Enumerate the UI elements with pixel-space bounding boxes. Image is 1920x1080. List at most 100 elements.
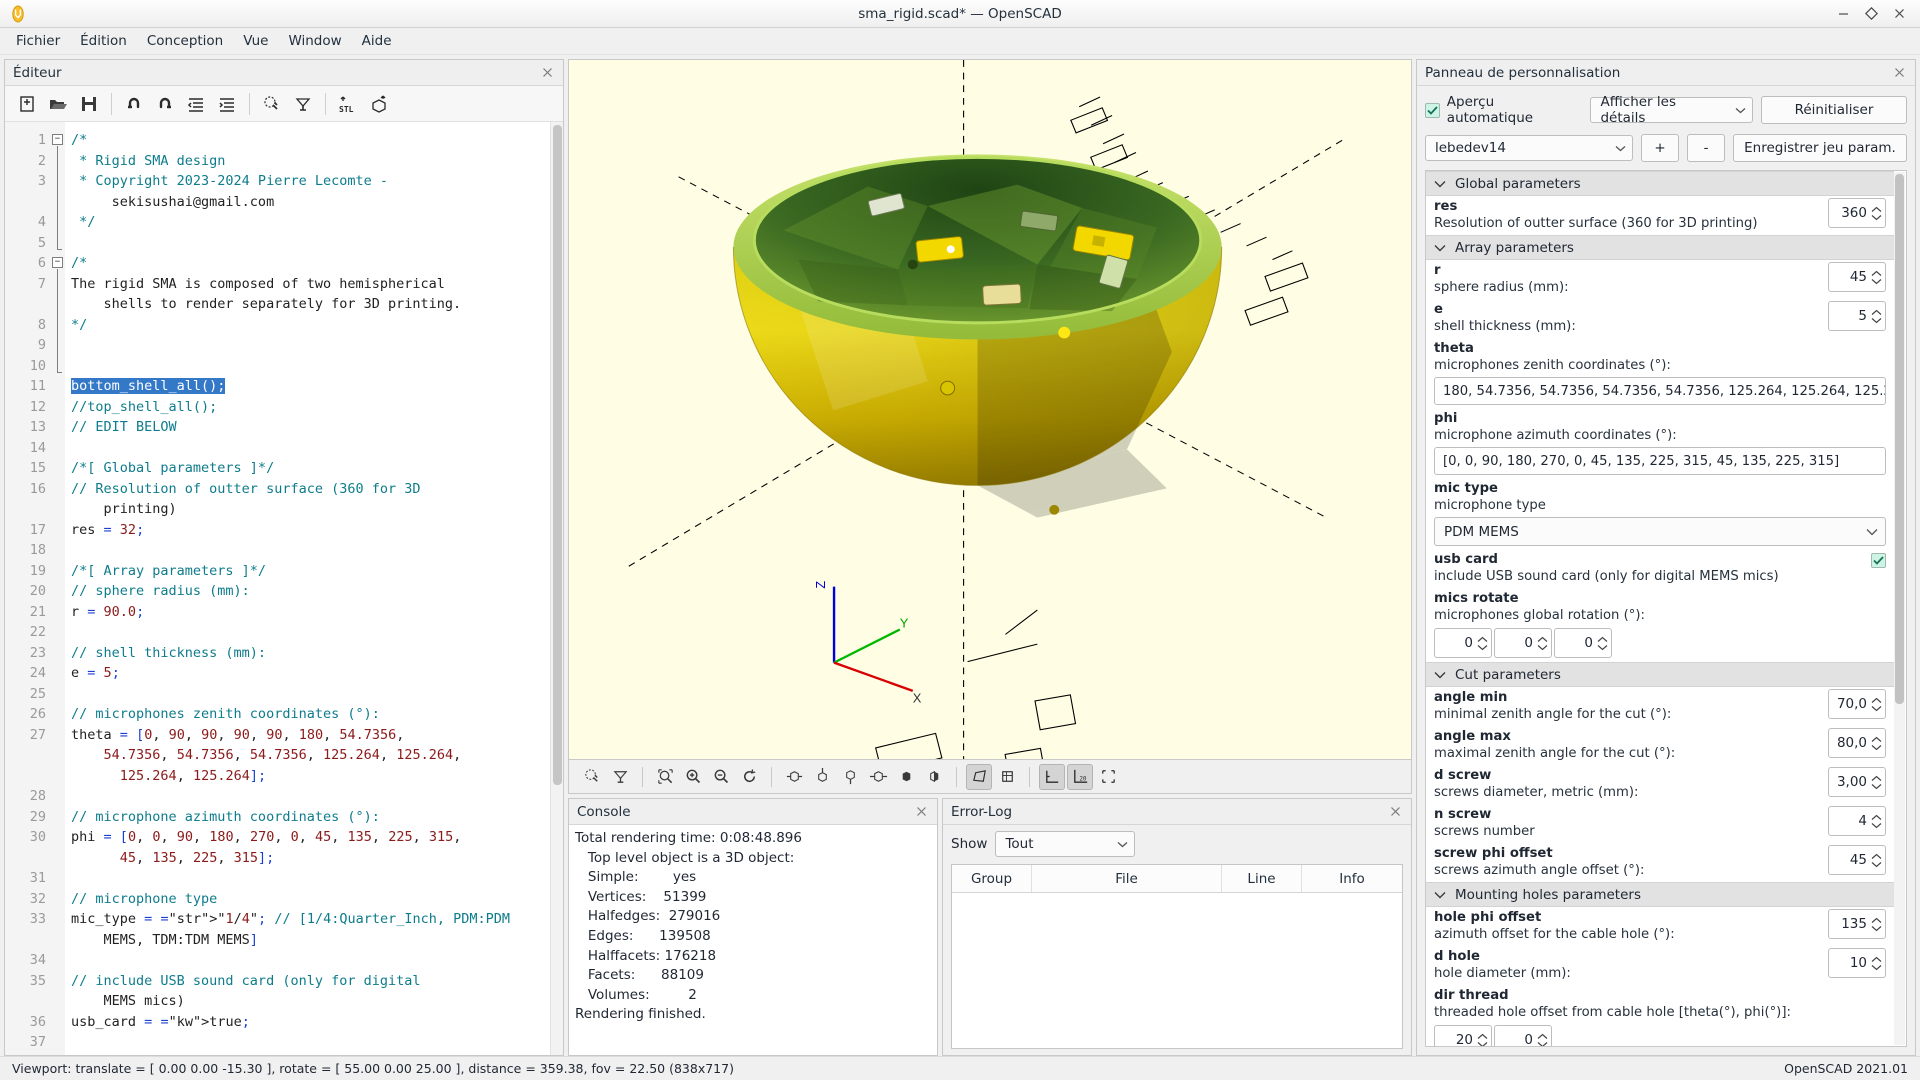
spinner-arrows[interactable] <box>1871 736 1882 751</box>
parameter-vector-spinbox[interactable]: 20 <box>1434 1025 1492 1046</box>
code-text[interactable]: /* * Rigid SMA design * Copyright 2023-2… <box>65 122 563 1055</box>
parameter-group-header[interactable]: Array parameters <box>1426 235 1894 260</box>
parameter-textfield[interactable]: [0, 0, 90, 180, 270, 0, 45, 135, 225, 31… <box>1434 447 1886 475</box>
parameter-group-header[interactable]: Global parameters <box>1426 171 1894 196</box>
reset-button[interactable]: Réinitialiser <box>1761 96 1907 124</box>
editor-scrollbar[interactable] <box>550 122 563 1055</box>
parameter-checkbox[interactable] <box>1871 553 1886 568</box>
auto-preview-checkbox[interactable]: Aperçu automatique <box>1425 94 1582 126</box>
menu-edition[interactable]: Édition <box>70 30 137 52</box>
preset-select[interactable]: lebedev14 <box>1425 135 1633 161</box>
spinner-arrows[interactable] <box>1871 956 1882 971</box>
unindent-icon[interactable] <box>182 90 210 118</box>
parameter-vector-spinbox[interactable]: 0 <box>1494 628 1552 658</box>
errorlog-col-group[interactable]: Group <box>952 865 1032 892</box>
indent-icon[interactable] <box>213 90 241 118</box>
spinner-arrows[interactable] <box>1871 270 1882 285</box>
parameter-spinbox[interactable]: 5 <box>1828 301 1886 331</box>
zoom-in-icon[interactable] <box>680 764 706 790</box>
spinner-arrows[interactable] <box>1871 697 1882 712</box>
new-file-icon[interactable] <box>13 90 41 118</box>
spinner-arrows[interactable] <box>1871 814 1882 829</box>
parameter-group-header[interactable]: Mounting holes parameters <box>1426 882 1894 907</box>
orthogonal-icon[interactable] <box>994 764 1020 790</box>
parameter-spinbox[interactable]: 45 <box>1828 262 1886 292</box>
parameter-spinbox[interactable]: 135 <box>1828 909 1886 939</box>
spinner-arrows[interactable] <box>1871 853 1882 868</box>
code-editor[interactable]: 123 4567 8 9 10 11 12 13 14 15 16 17 18 19 20 21 22 23… <box>5 122 563 1055</box>
preview-icon[interactable] <box>258 90 286 118</box>
undo-icon[interactable] <box>120 90 148 118</box>
errorlog-col-info[interactable]: Info <box>1302 865 1402 892</box>
editor-scrollbar-thumb[interactable] <box>553 125 562 785</box>
errorlog-close-icon[interactable] <box>1387 804 1403 820</box>
export-3d-icon[interactable] <box>365 90 393 118</box>
fold-marker[interactable]: − <box>52 134 63 145</box>
parameter-textfield[interactable]: 180, 54.7356, 54.7356, 54.7356, 54.7356,… <box>1434 377 1886 405</box>
parameter-vector-spinbox[interactable]: 0 <box>1554 628 1612 658</box>
customizer-scrollbar[interactable] <box>1894 172 1905 1045</box>
show-axes-icon[interactable] <box>1039 763 1065 790</box>
menu-window[interactable]: Window <box>278 30 351 52</box>
menu-fichier[interactable]: Fichier <box>6 30 70 52</box>
fold-marker[interactable]: − <box>52 257 63 268</box>
console-close-icon[interactable] <box>913 804 929 820</box>
view-top-icon[interactable] <box>809 764 835 790</box>
spinner-arrows[interactable] <box>1871 917 1882 932</box>
detail-level-select[interactable]: Afficher les détails <box>1590 94 1753 126</box>
parameter-spinbox[interactable]: 70,0 <box>1828 689 1886 719</box>
minimize-icon[interactable] <box>1836 7 1850 21</box>
restore-icon[interactable] <box>1864 7 1878 21</box>
errorlog-col-line[interactable]: Line <box>1222 865 1302 892</box>
editor-close-icon[interactable] <box>539 65 555 81</box>
view-bottom-icon[interactable] <box>837 764 863 790</box>
spinner-arrows[interactable] <box>1871 775 1882 790</box>
spinner-arrows[interactable] <box>1477 1033 1488 1046</box>
parameter-spinbox[interactable]: 3,00 <box>1828 767 1886 797</box>
code-folding-column[interactable]: −−− <box>51 122 65 1055</box>
reset-view-icon[interactable] <box>736 764 762 790</box>
3d-viewport[interactable]: Z Y X <box>568 59 1412 760</box>
parameter-spinbox[interactable]: 45 <box>1828 845 1886 875</box>
spinner-arrows[interactable] <box>1597 636 1608 651</box>
customizer-close-icon[interactable] <box>1891 65 1907 81</box>
perspective-icon[interactable] <box>966 763 992 790</box>
parameter-spinbox[interactable]: 10 <box>1828 948 1886 978</box>
errorlog-filter-select[interactable]: Tout <box>995 831 1136 857</box>
show-crosshairs-icon[interactable] <box>1095 764 1121 790</box>
parameter-vector-spinbox[interactable]: 0 <box>1434 628 1492 658</box>
console-output[interactable]: Total rendering time: 0:08:48.896 Top le… <box>569 825 937 1055</box>
spinner-arrows[interactable] <box>1537 1033 1548 1046</box>
zoom-out-icon[interactable] <box>708 764 734 790</box>
export-stl-icon[interactable]: STL <box>334 90 362 118</box>
remove-preset-button[interactable]: - <box>1687 134 1725 162</box>
close-icon[interactable] <box>1892 7 1906 21</box>
spinner-arrows[interactable] <box>1871 309 1882 324</box>
errorlog-table[interactable]: Group File Line Info <box>951 864 1403 1049</box>
add-preset-button[interactable]: + <box>1641 134 1679 162</box>
zoom-fit-icon[interactable] <box>652 764 678 790</box>
spinner-arrows[interactable] <box>1537 636 1548 651</box>
render-icon[interactable] <box>607 764 633 790</box>
menu-conception[interactable]: Conception <box>137 30 233 52</box>
open-file-icon[interactable] <box>44 90 72 118</box>
save-preset-button[interactable]: Enregistrer jeu param. <box>1733 134 1907 162</box>
parameter-spinbox[interactable]: 80,0 <box>1828 728 1886 758</box>
render-icon[interactable] <box>289 90 317 118</box>
view-back-icon[interactable] <box>921 764 947 790</box>
show-scale-icon[interactable]: 20 <box>1067 763 1093 790</box>
customizer-scrollbar-thumb[interactable] <box>1895 174 1904 704</box>
parameter-vector-spinbox[interactable]: 0 <box>1494 1025 1552 1046</box>
spinner-arrows[interactable] <box>1477 636 1488 651</box>
view-front-icon[interactable] <box>893 764 919 790</box>
menu-vue[interactable]: Vue <box>233 30 278 52</box>
view-right-icon[interactable] <box>781 764 807 790</box>
parameter-group-header[interactable]: Cut parameters <box>1426 662 1894 687</box>
spinner-arrows[interactable] <box>1871 206 1882 221</box>
redo-icon[interactable] <box>151 90 179 118</box>
view-left-icon[interactable] <box>865 764 891 790</box>
errorlog-col-file[interactable]: File <box>1032 865 1222 892</box>
preview-icon[interactable] <box>579 764 605 790</box>
save-file-icon[interactable] <box>75 90 103 118</box>
parameter-select[interactable]: PDM MEMS <box>1434 517 1886 546</box>
